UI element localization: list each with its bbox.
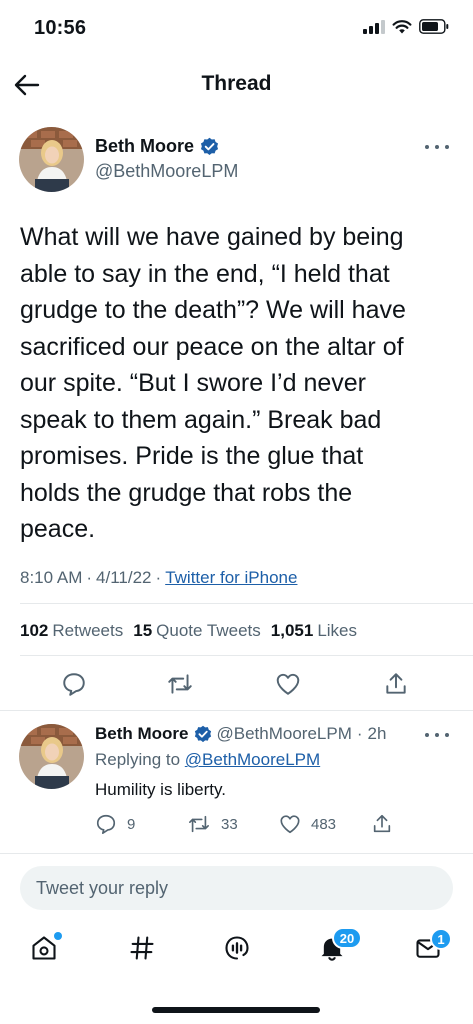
more-dot-icon bbox=[425, 733, 429, 737]
battery-icon bbox=[419, 19, 449, 34]
reply-share-button[interactable] bbox=[371, 813, 393, 835]
meta-separator: · bbox=[86, 568, 93, 587]
reply-more-options-button[interactable] bbox=[425, 728, 449, 742]
author-name: Beth Moore bbox=[95, 136, 194, 156]
more-options-button[interactable] bbox=[425, 140, 449, 154]
reply-icon bbox=[63, 673, 85, 696]
share-icon bbox=[373, 814, 391, 833]
reply-separator: · bbox=[356, 724, 363, 743]
tab-home[interactable] bbox=[26, 930, 62, 966]
replying-to: Replying to @BethMooreLPM bbox=[95, 750, 321, 769]
reply-age: 2h bbox=[367, 724, 387, 743]
hashtag-icon bbox=[130, 936, 154, 960]
reply-text: Humility is liberty. bbox=[95, 780, 226, 799]
verified-badge-icon bbox=[194, 725, 211, 743]
divider bbox=[20, 655, 473, 656]
tweet-time: 8:10 AM bbox=[20, 568, 83, 587]
tab-messages[interactable]: 1 bbox=[410, 928, 452, 966]
page-title: Thread bbox=[201, 72, 272, 95]
notifications-badge: 20 bbox=[332, 927, 362, 949]
author-name-row[interactable]: Beth Moore bbox=[95, 136, 219, 157]
tweet-meta: 8:10 AM · 4/11/22 · Twitter for iPhone bbox=[20, 568, 297, 588]
share-icon bbox=[386, 673, 406, 694]
divider bbox=[0, 853, 473, 854]
divider bbox=[20, 603, 473, 604]
more-dot-icon bbox=[425, 145, 429, 149]
retweets-stat[interactable]: 102 Retweets bbox=[20, 621, 123, 641]
retweet-icon bbox=[189, 815, 209, 833]
tweet-text: What will we have gained by being able t… bbox=[20, 223, 406, 543]
verified-badge-icon bbox=[200, 137, 219, 156]
tab-spaces[interactable] bbox=[219, 930, 255, 966]
likes-stat[interactable]: 1,051 Likes bbox=[271, 621, 357, 641]
reply-button[interactable] bbox=[56, 666, 92, 702]
signal-icon bbox=[363, 19, 385, 34]
reply-author-handle: @BethMooreLPM bbox=[216, 724, 352, 743]
tweet-source-link[interactable]: Twitter for iPhone bbox=[165, 568, 297, 588]
home-new-dot bbox=[54, 932, 62, 940]
tweet-stats: 102 Retweets 15 Quote Tweets 1,051 Likes bbox=[20, 621, 357, 641]
status-icons bbox=[363, 19, 449, 34]
reply-reply-button[interactable]: 9 bbox=[95, 813, 135, 835]
retweet-button[interactable] bbox=[162, 666, 198, 702]
replying-to-link[interactable]: @BethMooreLPM bbox=[185, 750, 320, 769]
profile-photo bbox=[19, 724, 84, 789]
divider bbox=[0, 710, 473, 711]
retweet-icon bbox=[168, 674, 192, 694]
tweet-actions bbox=[0, 666, 473, 702]
heart-icon bbox=[276, 673, 300, 695]
tab-explore[interactable] bbox=[124, 930, 160, 966]
like-button[interactable] bbox=[270, 666, 306, 702]
messages-badge: 1 bbox=[430, 928, 452, 950]
compose-placeholder: Tweet your reply bbox=[36, 878, 169, 898]
author-handle[interactable]: @BethMooreLPM bbox=[95, 161, 238, 182]
reply-author-name: Beth Moore bbox=[95, 724, 189, 743]
share-button[interactable] bbox=[378, 666, 414, 702]
quote-tweets-stat[interactable]: 15 Quote Tweets bbox=[133, 621, 261, 641]
status-time: 10:56 bbox=[34, 17, 87, 39]
heart-icon bbox=[280, 815, 300, 834]
home-indicator bbox=[152, 1007, 320, 1013]
reply-avatar[interactable] bbox=[19, 724, 84, 789]
retweet-count: 33 bbox=[221, 815, 238, 833]
reply-retweet-button[interactable]: 33 bbox=[187, 813, 238, 835]
tweet-date: 4/11/22 bbox=[96, 568, 152, 587]
reply-actions: 9 33 483 bbox=[95, 813, 395, 837]
like-count: 483 bbox=[311, 815, 337, 833]
reply-like-button[interactable]: 483 bbox=[279, 813, 336, 835]
profile-photo bbox=[19, 127, 84, 192]
reply-icon bbox=[96, 814, 116, 834]
tab-notifications[interactable]: 20 bbox=[314, 927, 362, 966]
reply-count: 9 bbox=[127, 815, 136, 833]
spaces-icon bbox=[225, 936, 249, 960]
avatar[interactable] bbox=[19, 127, 84, 192]
reply-header[interactable]: Beth Moore @BethMooreLPM · 2h bbox=[95, 724, 386, 744]
meta-separator: · bbox=[155, 568, 162, 587]
wifi-icon bbox=[392, 19, 412, 33]
